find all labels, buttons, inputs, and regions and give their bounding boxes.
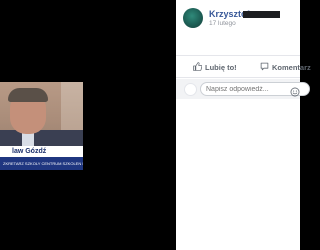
like-label: Lubię to! [205, 62, 237, 72]
author-avatar[interactable] [183, 8, 203, 28]
post-timestamp[interactable]: 17 lutego [209, 20, 236, 27]
post-panel: Krzysztof 17 lutego Lubię to! Komentarz [176, 0, 311, 250]
photo-hair [8, 88, 48, 102]
divider [176, 77, 300, 78]
reply-avatar [184, 83, 197, 96]
comment-bubble-icon [260, 62, 269, 73]
photo-viewer: law Gózdź ZKRETARZ SZKOLY CENTRUM SZKOLE… [0, 0, 176, 250]
comment-label: Komentarz [272, 62, 311, 72]
tv-chyron-name: law Gózdź [0, 146, 83, 157]
thumbs-up-icon [193, 61, 203, 73]
redacted-surname [243, 11, 280, 18]
smiley-icon[interactable] [290, 84, 300, 102]
divider [176, 55, 300, 56]
tv-ticker: ZKRETARZ SZKOLY CENTRUM SZKOLEN I W KIEL… [0, 157, 83, 170]
comment-button[interactable]: Komentarz [260, 61, 311, 73]
reply-row [176, 79, 310, 99]
like-button[interactable]: Lubię to! [193, 61, 237, 73]
post-photo[interactable]: law Gózdź ZKRETARZ SZKOLY CENTRUM SZKOLE… [0, 82, 83, 170]
